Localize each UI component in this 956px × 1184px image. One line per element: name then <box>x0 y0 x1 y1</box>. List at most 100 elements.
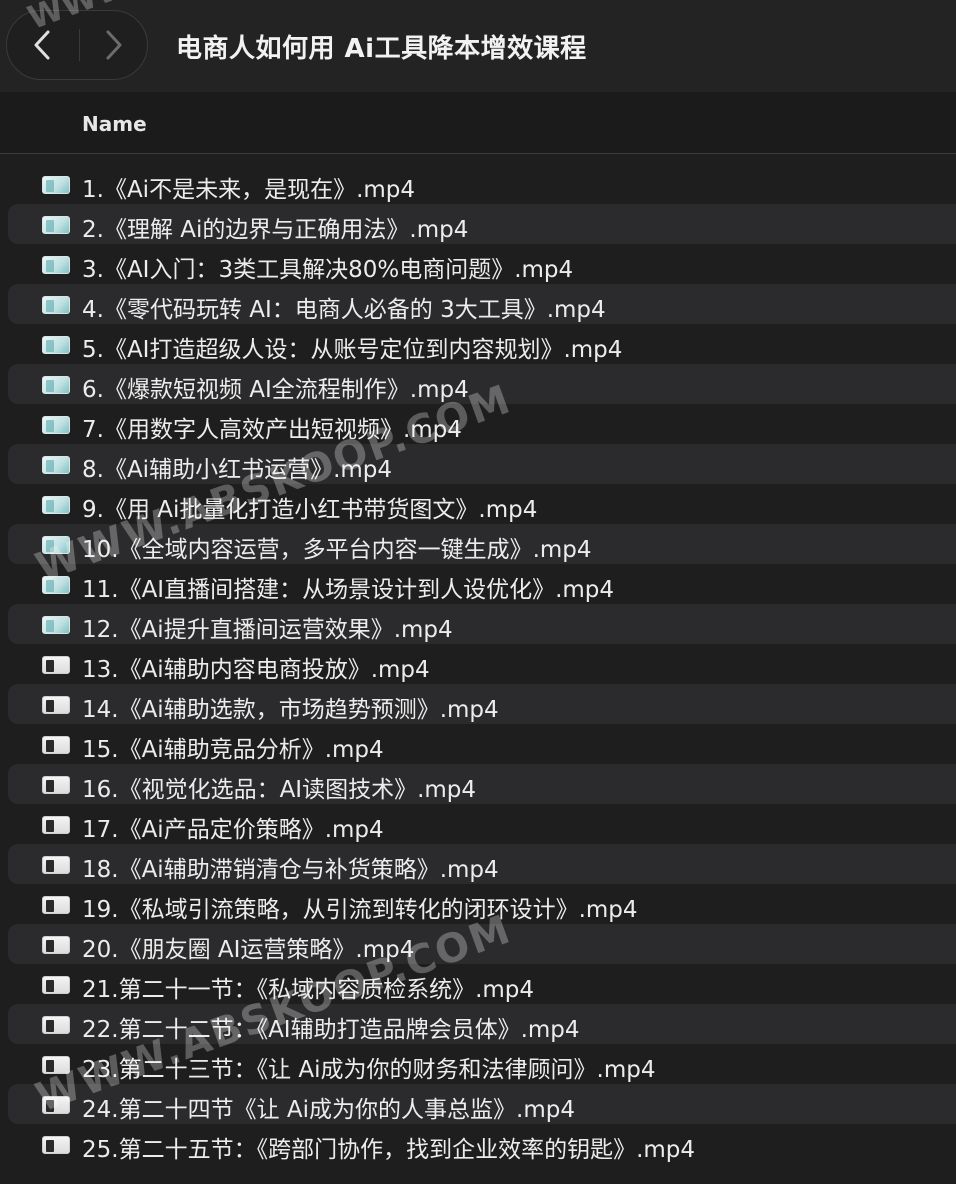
video-file-icon <box>42 376 70 394</box>
video-file-icon <box>42 456 70 474</box>
video-file-icon <box>42 656 70 674</box>
video-file-icon <box>42 1096 70 1114</box>
file-row[interactable]: 13.《Ai辅助内容电商投放》.mp4 <box>8 644 956 684</box>
forward-button[interactable] <box>79 11 149 79</box>
file-row[interactable]: 23.第二十三节：《让 Ai成为你的财务和法律顾问》.mp4 <box>8 1044 956 1084</box>
file-name: 12.《Ai提升直播间运营效果》.mp4 <box>82 617 453 643</box>
thumbnail-stripe <box>46 340 54 352</box>
thumbnail-stripe <box>46 300 54 312</box>
file-row[interactable]: 21.第二十一节：《私域内容质检系统》.mp4 <box>8 964 956 1004</box>
file-name: 23.第二十三节：《让 Ai成为你的财务和法律顾问》.mp4 <box>82 1057 656 1083</box>
window-title: 电商人如何用 Ai工具降本增效课程 <box>176 34 587 64</box>
video-file-icon <box>42 496 70 514</box>
file-row[interactable]: 5.《AI打造超级人设：从账号定位到内容规划》.mp4 <box>8 324 956 364</box>
thumbnail-stripe <box>46 980 54 992</box>
file-row[interactable]: 22.第二十二节：《AI辅助打造品牌会员体》.mp4 <box>8 1004 956 1044</box>
thumbnail-stripe <box>46 820 54 832</box>
thumbnail-stripe <box>46 500 54 512</box>
file-name: 4.《零代码玩转 AI：电商人必备的 3大工具》.mp4 <box>82 297 606 323</box>
video-file-icon <box>42 1136 70 1154</box>
file-row[interactable]: 24.第二十四节《让 Ai成为你的人事总监》.mp4 <box>8 1084 956 1124</box>
video-file-icon <box>42 976 70 994</box>
video-file-icon <box>42 416 70 434</box>
file-row[interactable]: 12.《Ai提升直播间运营效果》.mp4 <box>8 604 956 644</box>
file-name: 1.《Ai不是未来，是现在》.mp4 <box>82 177 416 203</box>
file-name: 11.《AI直播间搭建：从场景设计到人设优化》.mp4 <box>82 577 615 603</box>
file-name: 22.第二十二节：《AI辅助打造品牌会员体》.mp4 <box>82 1017 580 1043</box>
file-name: 21.第二十一节：《私域内容质检系统》.mp4 <box>82 977 535 1003</box>
video-file-icon <box>42 536 70 554</box>
file-row[interactable]: 17.《Ai产品定价策略》.mp4 <box>8 804 956 844</box>
file-name: 19.《私域引流策略，从引流到转化的闭环设计》.mp4 <box>82 897 638 923</box>
chevron-left-icon <box>34 30 50 60</box>
file-row[interactable]: 4.《零代码玩转 AI：电商人必备的 3大工具》.mp4 <box>8 284 956 324</box>
file-row[interactable]: 9.《用 Ai批量化打造小红书带货图文》.mp4 <box>8 484 956 524</box>
name-column-header[interactable]: Name <box>82 112 147 136</box>
file-name: 15.《Ai辅助竞品分析》.mp4 <box>82 737 384 763</box>
file-row[interactable]: 10.《全域内容运营，多平台内容一键生成》.mp4 <box>8 524 956 564</box>
video-file-icon <box>42 336 70 354</box>
thumbnail-stripe <box>46 1100 54 1112</box>
thumbnail-stripe <box>46 380 54 392</box>
video-file-icon <box>42 296 70 314</box>
thumbnail-stripe <box>46 420 54 432</box>
thumbnail-stripe <box>46 740 54 752</box>
file-name: 24.第二十四节《让 Ai成为你的人事总监》.mp4 <box>82 1097 575 1123</box>
video-file-icon <box>42 896 70 914</box>
file-name: 14.《Ai辅助选款，市场趋势预测》.mp4 <box>82 697 499 723</box>
video-file-icon <box>42 256 70 274</box>
file-name: 25.第二十五节：《跨部门协作，找到企业效率的钥匙》.mp4 <box>82 1137 696 1163</box>
file-row[interactable]: 19.《私域引流策略，从引流到转化的闭环设计》.mp4 <box>8 884 956 924</box>
file-name: 13.《Ai辅助内容电商投放》.mp4 <box>82 657 430 683</box>
video-file-icon <box>42 576 70 594</box>
file-row[interactable]: 2.《理解 Ai的边界与正确用法》.mp4 <box>8 204 956 244</box>
file-name: 6.《爆款短视频 AI全流程制作》.mp4 <box>82 377 469 403</box>
thumbnail-stripe <box>46 700 54 712</box>
thumbnail-stripe <box>46 180 54 192</box>
finder-window: 电商人如何用 Ai工具降本增效课程 Name 1.《Ai不是未来，是现在》.mp… <box>0 0 956 1184</box>
file-row[interactable]: 18.《Ai辅助滞销清仓与补货策略》.mp4 <box>8 844 956 884</box>
video-file-icon <box>42 856 70 874</box>
file-name: 2.《理解 Ai的边界与正确用法》.mp4 <box>82 217 469 243</box>
file-name: 5.《AI打造超级人设：从账号定位到内容规划》.mp4 <box>82 337 623 363</box>
video-file-icon <box>42 776 70 794</box>
file-row[interactable]: 3.《AI入门：3类工具解决80%电商问题》.mp4 <box>8 244 956 284</box>
thumbnail-stripe <box>46 580 54 592</box>
thumbnail-stripe <box>46 860 54 872</box>
file-row[interactable]: 25.第二十五节：《跨部门协作，找到企业效率的钥匙》.mp4 <box>8 1124 956 1164</box>
file-row[interactable]: 8.《Ai辅助小红书运营》.mp4 <box>8 444 956 484</box>
file-row[interactable]: 15.《Ai辅助竞品分析》.mp4 <box>8 724 956 764</box>
file-name: 9.《用 Ai批量化打造小红书带货图文》.mp4 <box>82 497 538 523</box>
thumbnail-stripe <box>46 780 54 792</box>
video-file-icon <box>42 936 70 954</box>
thumbnail-stripe <box>46 940 54 952</box>
file-row[interactable]: 1.《Ai不是未来，是现在》.mp4 <box>8 164 956 204</box>
thumbnail-stripe <box>46 220 54 232</box>
file-name: 16.《视觉化选品：AI读图技术》.mp4 <box>82 777 477 803</box>
file-name: 3.《AI入门：3类工具解决80%电商问题》.mp4 <box>82 257 574 283</box>
video-file-icon <box>42 816 70 834</box>
file-row[interactable]: 16.《视觉化选品：AI读图技术》.mp4 <box>8 764 956 804</box>
thumbnail-stripe <box>46 260 54 272</box>
thumbnail-stripe <box>46 620 54 632</box>
file-row[interactable]: 6.《爆款短视频 AI全流程制作》.mp4 <box>8 364 956 404</box>
file-name: 8.《Ai辅助小红书运营》.mp4 <box>82 457 393 483</box>
file-row[interactable]: 7.《用数字人高效产出短视频》.mp4 <box>8 404 956 444</box>
video-file-icon <box>42 176 70 194</box>
toolbar: 电商人如何用 Ai工具降本增效课程 <box>0 0 956 92</box>
back-button[interactable] <box>7 11 77 79</box>
video-file-icon <box>42 1056 70 1074</box>
file-name: 7.《用数字人高效产出短视频》.mp4 <box>82 417 462 443</box>
file-row[interactable]: 14.《Ai辅助选款，市场趋势预测》.mp4 <box>8 684 956 724</box>
video-file-icon <box>42 216 70 234</box>
file-name: 17.《Ai产品定价策略》.mp4 <box>82 817 384 843</box>
video-file-icon <box>42 696 70 714</box>
thumbnail-stripe <box>46 660 54 672</box>
thumbnail-stripe <box>46 900 54 912</box>
file-row[interactable]: 20.《朋友圈 AI运营策略》.mp4 <box>8 924 956 964</box>
list-header: Name <box>0 92 956 154</box>
video-file-icon <box>42 1016 70 1034</box>
file-row[interactable]: 11.《AI直播间搭建：从场景设计到人设优化》.mp4 <box>8 564 956 604</box>
chevron-right-icon <box>106 30 122 60</box>
file-name: 20.《朋友圈 AI运营策略》.mp4 <box>82 937 415 963</box>
